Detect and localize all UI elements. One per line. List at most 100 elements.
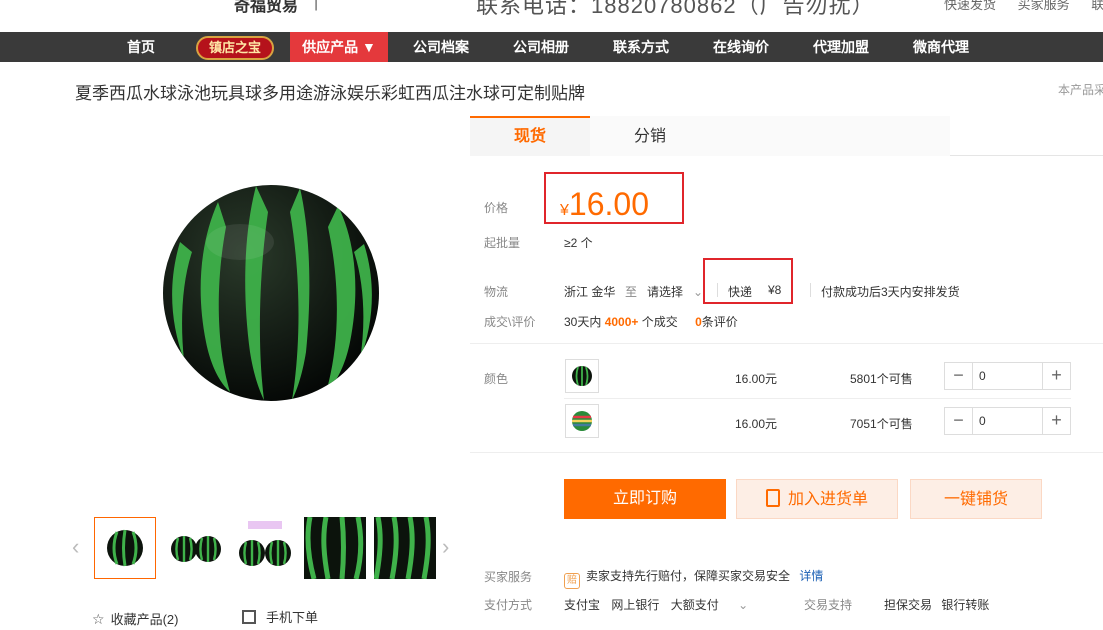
shipping-highlight-box <box>703 258 793 304</box>
compensation-badge-icon: 赔 <box>564 573 580 589</box>
top-link[interactable]: 快速发货 <box>944 0 996 12</box>
trade-item: 银行转账 <box>941 598 990 612</box>
service-label: 买家服务 <box>484 570 533 584</box>
main-product-image[interactable] <box>160 182 382 404</box>
payment-method: 支付宝 <box>564 598 601 612</box>
mobile-order-label: 手机下单 <box>266 610 319 625</box>
color-label: 颜色 <box>484 372 509 386</box>
payment-label: 支付方式 <box>484 598 533 612</box>
quantity-stepper: − 0 + <box>944 407 1071 435</box>
price-label: 价格 <box>484 201 509 215</box>
favorite-label: 收藏产品(2) <box>110 612 179 627</box>
chevron-down-icon[interactable]: ⌄ <box>738 598 748 612</box>
payment-method: 大额支付 <box>670 598 719 612</box>
one-click-list-button[interactable]: 一键铺货 <box>910 479 1042 519</box>
deals-label: 成交\评价 <box>484 315 536 329</box>
reviews-count[interactable]: 0 <box>695 315 702 329</box>
watermelon-ball-icon <box>572 366 592 386</box>
trade-item: 担保交易 <box>884 598 933 612</box>
payment-methods: 支付宝 网上银行 大额支付 ⌄ <box>564 596 748 613</box>
nav-agent[interactable]: 代理加盟 <box>802 32 880 62</box>
two-balls-icon <box>171 536 221 562</box>
chevron-down-icon: ⌄ <box>693 285 704 299</box>
service-info: 赔卖家支持先行赔付，保障买家交易安全 详情 <box>564 567 823 589</box>
deals-count: 4000+ <box>604 315 639 329</box>
top-link[interactable]: 联系我们 <box>1091 0 1103 12</box>
clipboard-icon <box>765 489 780 507</box>
brand-name: 奇福贸易 <box>234 0 299 15</box>
watermelon-ball-icon <box>107 529 143 567</box>
add-to-cart-button[interactable]: 加入进货单 <box>736 479 898 519</box>
nav-inquiry[interactable]: 在线询价 <box>702 32 780 62</box>
destination-select[interactable]: 请选择 ⌄ <box>647 283 703 300</box>
section-divider <box>470 452 1103 453</box>
trade-support-items: 担保交易 银行转账 <box>884 596 989 613</box>
trade-support-label: 交易支持 <box>804 598 853 612</box>
minus-button[interactable]: − <box>945 408 973 434</box>
qr-code-icon <box>242 610 256 624</box>
quantity-input[interactable]: 0 <box>979 408 986 434</box>
variant-price: 16.00元 <box>735 417 778 431</box>
star-icon: ☆ <box>92 611 105 627</box>
logistics-label: 物流 <box>484 285 509 299</box>
top-links: 快速发货 买家服务 联系我们 <box>944 0 1103 13</box>
variant-price: 16.00元 <box>735 372 778 386</box>
main-nav: 首页 镇店之宝 供应产品 ▼ 公司档案 公司相册 联系方式 在线询价 代理加盟 … <box>0 32 1103 62</box>
top-link[interactable]: 买家服务 <box>1018 0 1070 12</box>
thumbnail[interactable] <box>164 517 226 579</box>
min-order-label: 起批量 <box>484 236 521 250</box>
payment-method: 网上银行 <box>611 598 660 612</box>
plus-button[interactable]: + <box>1042 363 1070 389</box>
hotline-text: 联系电话：18820780862（广告勿扰） <box>476 0 875 18</box>
minus-button[interactable]: − <box>945 363 973 389</box>
shipping-note: 付款成功后3天内安排发货 <box>821 285 960 299</box>
nav-home[interactable]: 首页 <box>112 32 170 62</box>
color-swatch[interactable] <box>565 404 599 438</box>
tab-in-stock[interactable]: 现货 <box>470 116 590 156</box>
thumbnail[interactable] <box>234 517 296 579</box>
nav-contact[interactable]: 联系方式 <box>602 32 680 62</box>
thumbnail[interactable] <box>94 517 156 579</box>
plus-button[interactable]: + <box>1042 408 1070 434</box>
thumbnail[interactable] <box>373 516 436 580</box>
add-to-cart-label: 加入进货单 <box>787 491 868 508</box>
to-text: 至 <box>625 285 638 299</box>
nav-wechat-agent[interactable]: 微商代理 <box>902 32 980 62</box>
purchase-tabs: 现货 分销 <box>470 116 1103 156</box>
service-detail-link[interactable]: 详情 <box>799 569 823 583</box>
favorite-button[interactable]: ☆ 收藏产品(2) <box>92 609 178 628</box>
nav-products[interactable]: 供应产品 ▼ <box>290 32 388 62</box>
divider <box>810 283 811 297</box>
section-divider <box>470 343 1103 344</box>
buy-now-button[interactable]: 立即订购 <box>564 479 726 519</box>
origin-location: 浙江 金华 <box>564 285 616 299</box>
product-note-truncated: 本产品采 <box>1058 83 1103 97</box>
nav-company-album[interactable]: 公司相册 <box>502 32 580 62</box>
min-order-value: ≥2 个 <box>564 236 593 250</box>
row-divider <box>564 398 1071 399</box>
watermelon-closeup-icon <box>304 516 366 580</box>
quantity-input[interactable]: 0 <box>979 363 986 389</box>
thumbnail-strip: ‹ › <box>72 516 456 580</box>
mobile-order-button[interactable]: 手机下单 <box>242 607 318 626</box>
tab-distribution[interactable]: 分销 <box>590 116 950 156</box>
thumb-prev-icon[interactable]: ‹ <box>72 534 79 560</box>
two-balls-banner-icon <box>239 521 291 566</box>
variant-stock: 7051个可售 <box>850 417 913 431</box>
nav-treasure-badge[interactable]: 镇店之宝 <box>196 36 274 60</box>
thumbnail[interactable] <box>304 516 366 580</box>
color-swatch[interactable] <box>565 359 599 393</box>
deals-count-unit: 个成交 <box>641 315 678 329</box>
product-title: 夏季西瓜水球泳池玩具球多用途游泳娱乐彩虹西瓜注水球可定制贴牌 <box>75 84 585 103</box>
deals-period: 30天内 <box>564 315 602 329</box>
watermelon-closeup-icon <box>373 516 436 580</box>
price-highlight-box <box>544 172 684 224</box>
service-text: 卖家支持先行赔付，保障买家交易安全 <box>586 569 791 583</box>
destination-value: 请选择 <box>647 285 684 299</box>
deals-summary: 30天内 4000+ 个成交 0条评价 <box>564 313 738 330</box>
thumb-next-icon[interactable]: › <box>442 534 449 560</box>
brand-separator: | <box>314 0 319 11</box>
variant-stock: 5801个可售 <box>850 372 913 386</box>
nav-company-profile[interactable]: 公司档案 <box>402 32 480 62</box>
quantity-stepper: − 0 + <box>944 362 1071 390</box>
